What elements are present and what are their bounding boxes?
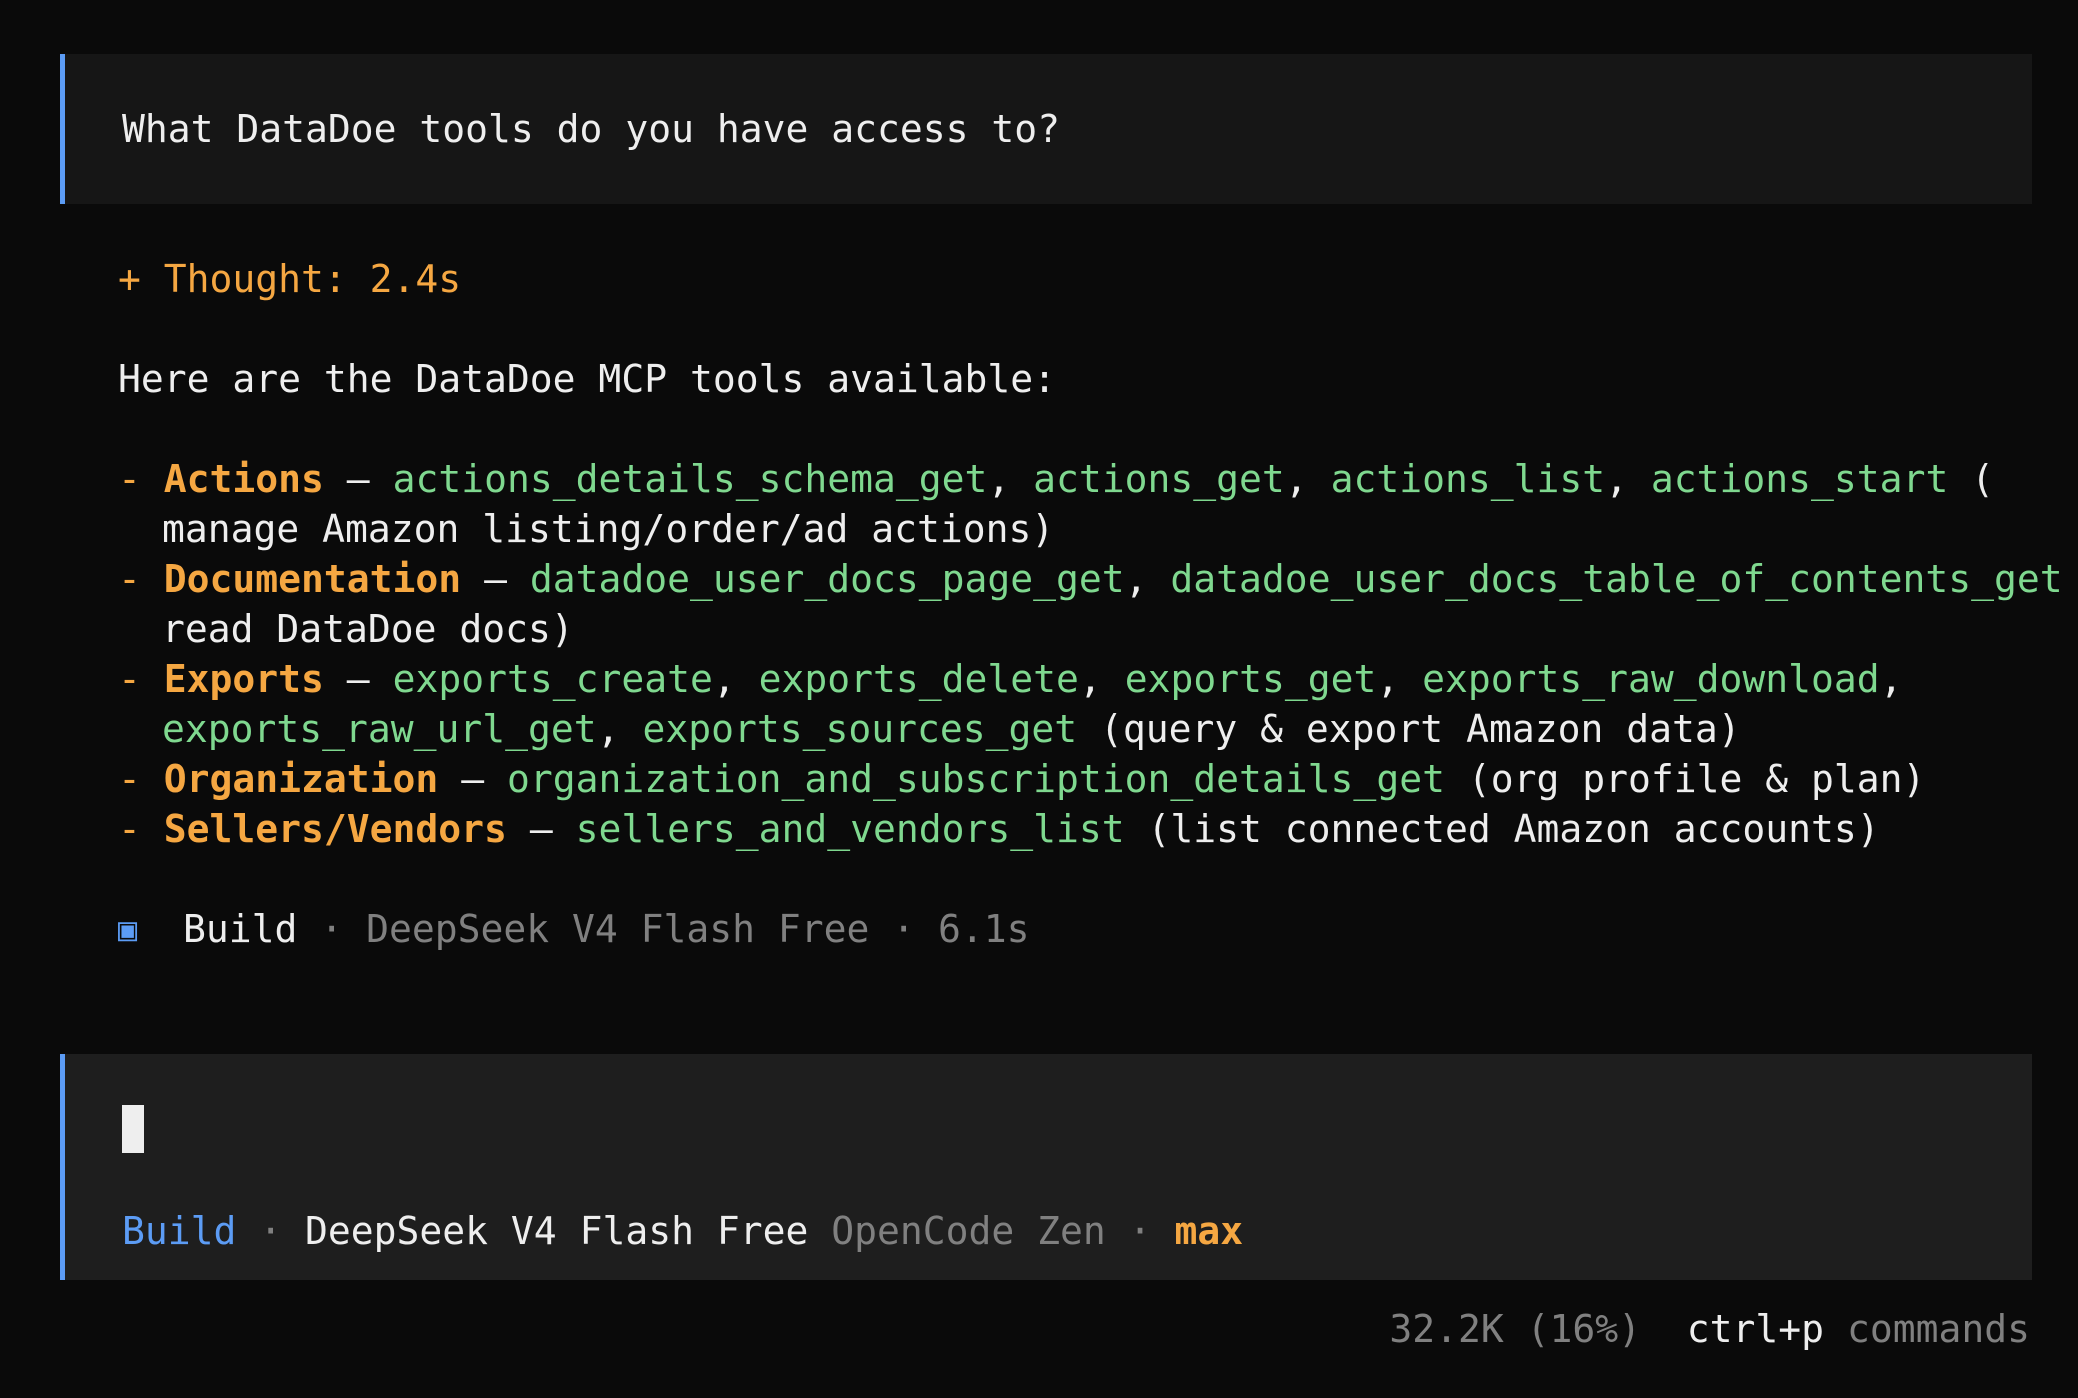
category-separator: – (506, 807, 576, 851)
provider-name: OpenCode Zen (831, 1209, 1106, 1253)
commands-label: commands (1846, 1307, 2030, 1351)
tool-category: Sellers/Vendors (163, 807, 507, 851)
tool-name: exports_delete (758, 657, 1079, 701)
tool-category: Documentation (163, 557, 462, 601)
agent-selector[interactable]: Build (122, 1209, 236, 1253)
list-dash: - (118, 557, 164, 601)
tool-name: exports_raw_url_get (162, 707, 597, 751)
thought-toggle[interactable]: + Thought: 2.4s (118, 254, 2038, 304)
tool-name: exports_get (1124, 657, 1377, 701)
tool-group-item: - Actions – actions_details_schema_get, … (118, 457, 1995, 501)
tool-category: Exports (163, 657, 324, 701)
tool-name: exports_raw_download (1422, 657, 1880, 701)
tool-description: manage Amazon listing/order/ad actions) (162, 507, 1055, 551)
tool-name: datadoe_user_docs_page_get (529, 557, 1125, 601)
category-separator: – (461, 557, 530, 601)
status-dot: · (1105, 1209, 1175, 1253)
meta-agent: Build (183, 907, 298, 951)
tool-group-item: - Sellers/Vendors – sellers_and_vendors_… (118, 804, 2038, 854)
list-dash: - (118, 657, 164, 701)
tool-description: (query & export Amazon data) (1077, 707, 1741, 751)
token-usage: 32.2K (16%) (1389, 1307, 1642, 1351)
assistant-response: + Thought: 2.4s Here are the DataDoe MCP… (118, 254, 2063, 954)
tool-name: sellers_and_vendors_list (575, 807, 1125, 851)
tool-name: actions_details_schema_get (392, 457, 988, 501)
response-meta: ▣ Build · DeepSeek V4 Flash Free · 6.1s (118, 904, 2038, 954)
tool-description: (list connected Amazon accounts) (1124, 807, 1880, 851)
tool-group-continuation: manage Amazon listing/order/ad actions) (118, 504, 2038, 554)
tool-description: (org profile & plan) (1444, 757, 1926, 801)
tool-name: actions_start (1650, 457, 1949, 501)
list-dash: - (118, 457, 164, 501)
category-separator: – (323, 457, 393, 501)
tool-category: Organization (163, 757, 439, 801)
commands-shortcut[interactable]: ctrl+p (1687, 1307, 1824, 1351)
response-intro: Here are the DataDoe MCP tools available… (118, 357, 1056, 401)
model-name[interactable]: DeepSeek V4 Flash Free (305, 1209, 808, 1253)
tool-name: actions_get (1033, 457, 1285, 501)
tool-group-item: - Documentation – datadoe_user_docs_page… (118, 554, 2063, 604)
footer-bar: 32.2K (16%) ctrl+p commands (1389, 1304, 2030, 1354)
tool-name: actions_list (1330, 457, 1606, 501)
tool-description: , (1879, 657, 1903, 701)
status-gap (808, 1209, 831, 1253)
category-separator: – (438, 757, 507, 801)
tool-name: exports_create (392, 657, 713, 701)
tool-name: exports_sources_get (642, 707, 1078, 751)
tool-group-continuation: read DataDoe docs) (118, 604, 2038, 654)
meta-dot: · (297, 907, 367, 951)
variant-label[interactable]: max (1174, 1209, 1243, 1253)
tool-group-item: - Exports – exports_create, exports_dele… (118, 657, 1903, 701)
tool-group-item: - Organization – organization_and_subscr… (118, 754, 2038, 804)
user-message-text: What DataDoe tools do you have access to… (122, 107, 1060, 151)
meta-duration: 6.1s (938, 907, 1030, 951)
tool-name: datadoe_user_docs_table_of_contents_get (1170, 557, 2063, 601)
tool-name: organization_and_subscription_details_ge… (506, 757, 1445, 801)
tool-group-continuation: exports_raw_url_get, exports_sources_get… (162, 707, 1741, 751)
meta-dot: · (869, 907, 939, 951)
meta-model: DeepSeek V4 Flash Free (366, 907, 870, 951)
tool-description: read DataDoe docs) (162, 607, 574, 651)
tool-description: ( (2063, 557, 2078, 601)
user-message-box: What DataDoe tools do you have access to… (60, 54, 2032, 204)
list-dash: - (118, 807, 164, 851)
tool-category: Actions (163, 457, 324, 501)
category-separator: – (323, 657, 393, 701)
prompt-input-box[interactable]: Build · DeepSeek V4 Flash Free OpenCode … (60, 1054, 2032, 1280)
build-square-icon: ▣ (118, 910, 138, 948)
list-dash: - (118, 757, 164, 801)
prompt-status: Build · DeepSeek V4 Flash Free OpenCode … (122, 1206, 1243, 1256)
status-dot: · (236, 1209, 306, 1253)
tool-list: - Actions – actions_details_schema_get, … (118, 454, 2063, 854)
meta-gap (137, 907, 183, 951)
text-cursor (122, 1105, 144, 1153)
tool-description: ( (1948, 457, 1995, 501)
